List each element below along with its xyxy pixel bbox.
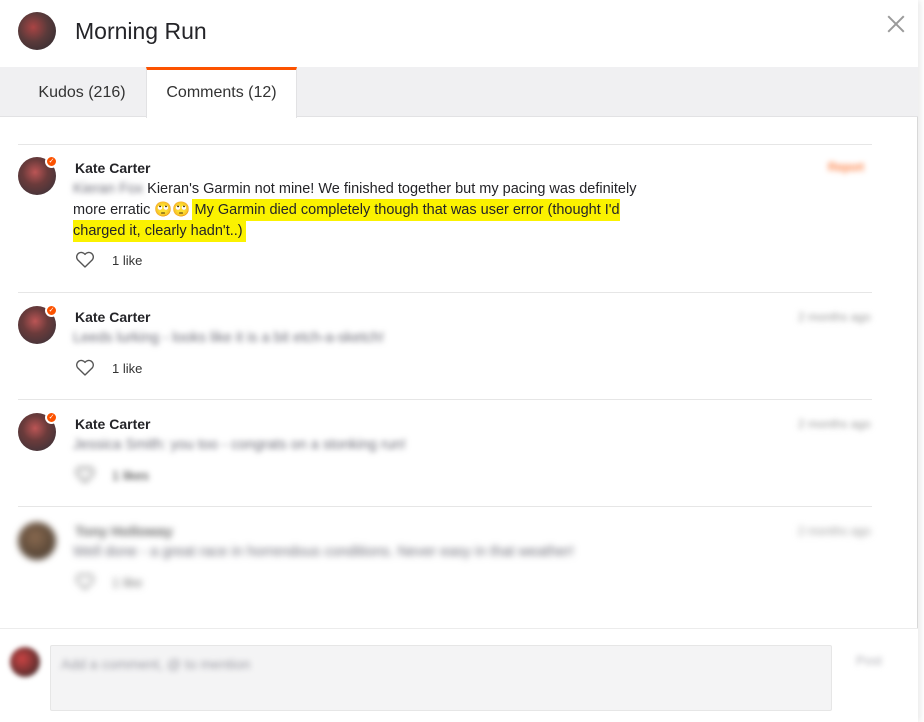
comment-input-placeholder: Add a comment, @ to mention bbox=[61, 656, 251, 672]
comment-author[interactable]: Kate Carter bbox=[75, 416, 150, 432]
comments-list: ✓ Kate Carter Kieran Fox Kieran's Garmin… bbox=[0, 118, 918, 628]
comment-item: Tony Holloway Well done - a great race i… bbox=[0, 506, 918, 612]
comment-text: Leeds lurking - looks like it is a bit e… bbox=[73, 330, 385, 346]
activity-comments-modal: Morning Run Kudos (216) Comments (12) ✓ … bbox=[0, 0, 918, 722]
comment-date: 2 months ago bbox=[798, 417, 871, 431]
like-count[interactable]: 1 like bbox=[112, 575, 142, 590]
comment-input[interactable]: Add a comment, @ to mention bbox=[50, 645, 832, 711]
heart-icon[interactable] bbox=[75, 359, 95, 377]
heart-icon[interactable] bbox=[75, 251, 95, 269]
modal-header: Morning Run bbox=[0, 0, 918, 67]
comment-author[interactable]: Kate Carter bbox=[75, 309, 150, 325]
mention-link[interactable]: Kieran Fox bbox=[73, 181, 143, 197]
tab-comments[interactable]: Comments (12) bbox=[146, 67, 297, 118]
heart-icon[interactable] bbox=[75, 573, 95, 591]
current-user-avatar bbox=[10, 647, 40, 677]
comment-item: ✓ Kate Carter Leeds lurking - looks like… bbox=[0, 292, 918, 398]
comment-avatar[interactable] bbox=[18, 522, 56, 560]
activity-title: Morning Run bbox=[75, 18, 207, 44]
post-button[interactable]: Post bbox=[856, 653, 882, 668]
comment-text: Well done - a great race in horrendous c… bbox=[73, 544, 575, 560]
comment-item: ✓ Kate Carter Kieran Fox Kieran's Garmin… bbox=[0, 144, 918, 268]
like-count[interactable]: 1 likes bbox=[112, 468, 149, 483]
verified-badge-icon: ✓ bbox=[45, 155, 58, 168]
tab-kudos[interactable]: Kudos (216) bbox=[18, 67, 146, 117]
comment-composer: Add a comment, @ to mention Post bbox=[0, 628, 918, 722]
comment-author[interactable]: Tony Holloway bbox=[75, 523, 173, 539]
tab-bar: Kudos (216) Comments (12) bbox=[0, 67, 918, 118]
comment-text: Kieran Fox Kieran's Garmin not mine! We … bbox=[73, 179, 653, 242]
verified-badge-icon: ✓ bbox=[45, 411, 58, 424]
report-link[interactable]: Report bbox=[828, 160, 864, 174]
close-icon[interactable] bbox=[884, 12, 908, 36]
comment-author[interactable]: Kate Carter bbox=[75, 160, 150, 176]
comment-item: ✓ Kate Carter Jessica Smith: you too - c… bbox=[0, 399, 918, 505]
comment-date: 2 months ago bbox=[798, 310, 871, 324]
like-count[interactable]: 1 like bbox=[112, 253, 142, 268]
comment-text: Jessica Smith: you too - congrats on a s… bbox=[73, 437, 406, 453]
comment-date: 2 months ago bbox=[798, 524, 871, 538]
heart-icon[interactable] bbox=[75, 466, 95, 484]
athlete-avatar[interactable] bbox=[18, 12, 56, 50]
verified-badge-icon: ✓ bbox=[45, 304, 58, 317]
like-count[interactable]: 1 like bbox=[112, 361, 142, 376]
